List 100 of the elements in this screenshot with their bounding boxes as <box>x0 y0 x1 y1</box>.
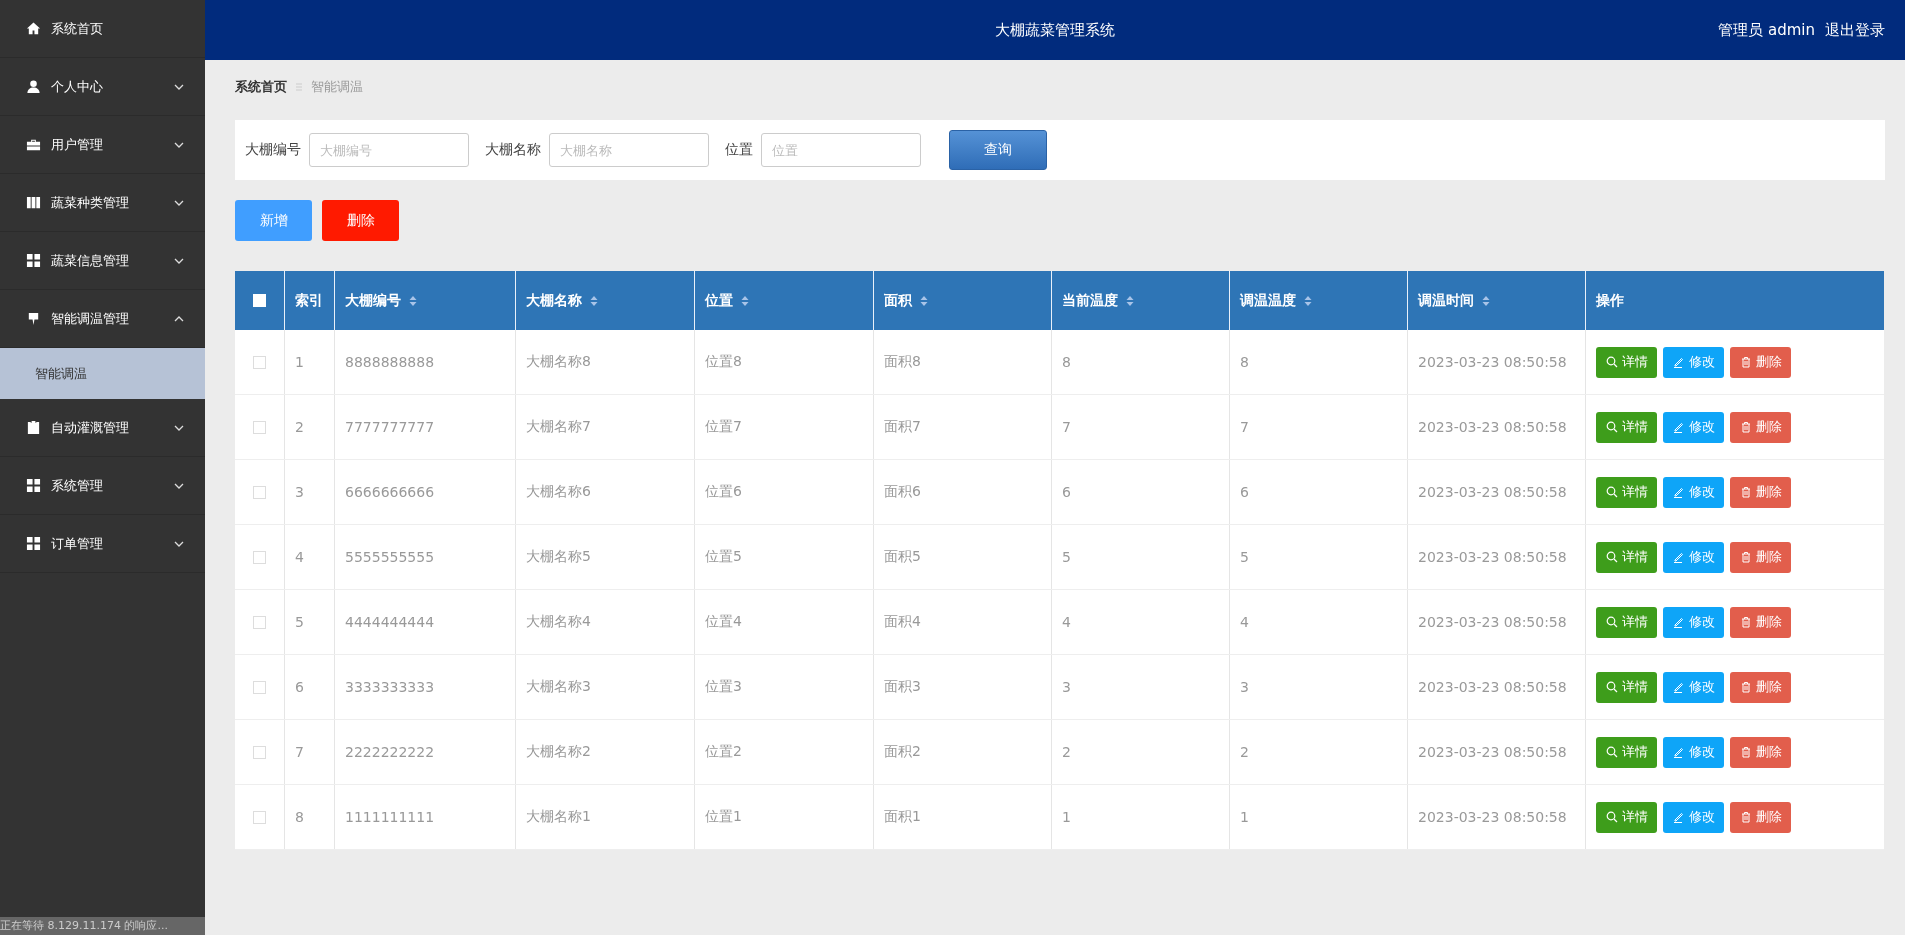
row-delete-button[interactable]: 删除 <box>1730 411 1791 443</box>
checkbox[interactable] <box>253 615 266 629</box>
table-cell: 1 <box>1230 785 1408 849</box>
table-cell: 面积1 <box>874 785 1052 849</box>
detail-button[interactable]: 详情 <box>1596 476 1657 508</box>
trash-icon <box>1739 811 1752 823</box>
table-cell: 2 <box>1230 720 1408 784</box>
checkbox[interactable] <box>253 680 266 694</box>
book-icon <box>26 195 41 210</box>
edit-button[interactable]: 修改 <box>1663 671 1724 703</box>
table-cell: 2023-03-23 08:50:58 <box>1408 655 1586 719</box>
pencil-icon <box>1672 811 1685 823</box>
column-header[interactable]: 索引 <box>295 291 323 310</box>
edit-button[interactable]: 修改 <box>1663 346 1724 378</box>
pencil-icon <box>1672 551 1685 563</box>
table-cell: 4 <box>1052 590 1230 654</box>
input-field[interactable]: 大棚名称 <box>549 133 709 167</box>
checkbox[interactable] <box>253 294 266 307</box>
field-label: 位置 <box>725 141 753 159</box>
row-delete-button[interactable]: 删除 <box>1730 476 1791 508</box>
column-header[interactable]: 大棚编号 <box>345 291 401 310</box>
edit-button[interactable]: 修改 <box>1663 801 1724 833</box>
submenu-item[interactable]: 智能调温 <box>0 348 205 399</box>
row-delete-button[interactable]: 删除 <box>1730 346 1791 378</box>
search-icon <box>1605 551 1618 563</box>
table-cell: 位置1 <box>695 785 874 849</box>
column-header[interactable]: 当前温度 <box>1062 291 1118 310</box>
checkbox[interactable] <box>253 810 266 824</box>
detail-button[interactable]: 详情 <box>1596 541 1657 573</box>
menu-item[interactable]: 个人中心 <box>0 58 205 116</box>
sort-icon <box>1126 294 1134 307</box>
menu-item[interactable]: 订单管理 <box>0 515 205 573</box>
trash-icon <box>1739 746 1752 758</box>
detail-button[interactable]: 详情 <box>1596 736 1657 768</box>
pencil-icon <box>1672 421 1685 433</box>
logout-link[interactable]: 退出登录 <box>1825 20 1885 40</box>
table-cell: 2 <box>1052 720 1230 784</box>
input-field[interactable]: 位置 <box>761 133 921 167</box>
detail-button[interactable]: 详情 <box>1596 411 1657 443</box>
table-cell: 面积3 <box>874 655 1052 719</box>
detail-button[interactable]: 详情 <box>1596 671 1657 703</box>
row-delete-button[interactable]: 删除 <box>1730 736 1791 768</box>
grid-icon <box>26 253 41 268</box>
table-cell: 7 <box>285 720 335 784</box>
table-cell: 2023-03-23 08:50:58 <box>1408 720 1586 784</box>
detail-button[interactable]: 详情 <box>1596 801 1657 833</box>
checkbox[interactable] <box>253 485 266 499</box>
menu-item[interactable]: 自动灌溉管理 <box>0 399 205 457</box>
table-cell: 面积8 <box>874 330 1052 394</box>
pencil-icon <box>1672 746 1685 758</box>
search-icon <box>1605 681 1618 693</box>
pencil-icon <box>1672 486 1685 498</box>
menu-item[interactable]: 系统管理 <box>0 457 205 515</box>
table-cell: 大棚名称6 <box>516 460 695 524</box>
table-cell: 2023-03-23 08:50:58 <box>1408 525 1586 589</box>
edit-button[interactable]: 修改 <box>1663 541 1724 573</box>
search-button[interactable]: 查询 <box>949 130 1047 170</box>
field-label: 大棚名称 <box>485 141 541 159</box>
row-delete-button[interactable]: 删除 <box>1730 606 1791 638</box>
checkbox[interactable] <box>253 420 266 434</box>
field-label: 大棚编号 <box>245 141 301 159</box>
row-delete-button[interactable]: 删除 <box>1730 671 1791 703</box>
table-cell: 面积2 <box>874 720 1052 784</box>
table-cell: 3 <box>1052 655 1230 719</box>
trash-icon <box>1739 551 1752 563</box>
column-header[interactable]: 调温时间 <box>1418 291 1474 310</box>
table-cell: 位置3 <box>695 655 874 719</box>
menu-item[interactable]: 用户管理 <box>0 116 205 174</box>
checkbox[interactable] <box>253 355 266 369</box>
checkbox[interactable] <box>253 745 266 759</box>
sort-icon <box>590 294 598 307</box>
column-header[interactable]: 位置 <box>705 291 733 310</box>
column-header[interactable]: 操作 <box>1596 291 1624 310</box>
edit-button[interactable]: 修改 <box>1663 476 1724 508</box>
column-header[interactable]: 调温温度 <box>1240 291 1296 310</box>
checkbox[interactable] <box>253 550 266 564</box>
detail-button[interactable]: 详情 <box>1596 606 1657 638</box>
menu-item[interactable]: 蔬菜种类管理 <box>0 174 205 232</box>
row-delete-button[interactable]: 删除 <box>1730 541 1791 573</box>
breadcrumb-current: 智能调温 <box>311 78 363 96</box>
row-delete-button[interactable]: 删除 <box>1730 801 1791 833</box>
menu-item[interactable]: 蔬菜信息管理 <box>0 232 205 290</box>
delete-button[interactable]: 删除 <box>322 200 399 241</box>
sort-icon <box>1482 294 1490 307</box>
detail-button[interactable]: 详情 <box>1596 346 1657 378</box>
column-header[interactable]: 面积 <box>884 291 912 310</box>
grid-icon <box>26 478 41 493</box>
table-cell: 8888888888 <box>335 330 516 394</box>
trash-icon <box>1739 421 1752 433</box>
breadcrumb-link[interactable]: 系统首页 <box>235 78 287 96</box>
edit-button[interactable]: 修改 <box>1663 736 1724 768</box>
table-cell: 8 <box>1052 330 1230 394</box>
table-cell: 面积5 <box>874 525 1052 589</box>
edit-button[interactable]: 修改 <box>1663 411 1724 443</box>
edit-button[interactable]: 修改 <box>1663 606 1724 638</box>
column-header[interactable]: 大棚名称 <box>526 291 582 310</box>
add-button[interactable]: 新增 <box>235 200 312 241</box>
table-cell: 5 <box>1052 525 1230 589</box>
table-cell: 3333333333 <box>335 655 516 719</box>
input-field[interactable]: 大棚编号 <box>309 133 469 167</box>
